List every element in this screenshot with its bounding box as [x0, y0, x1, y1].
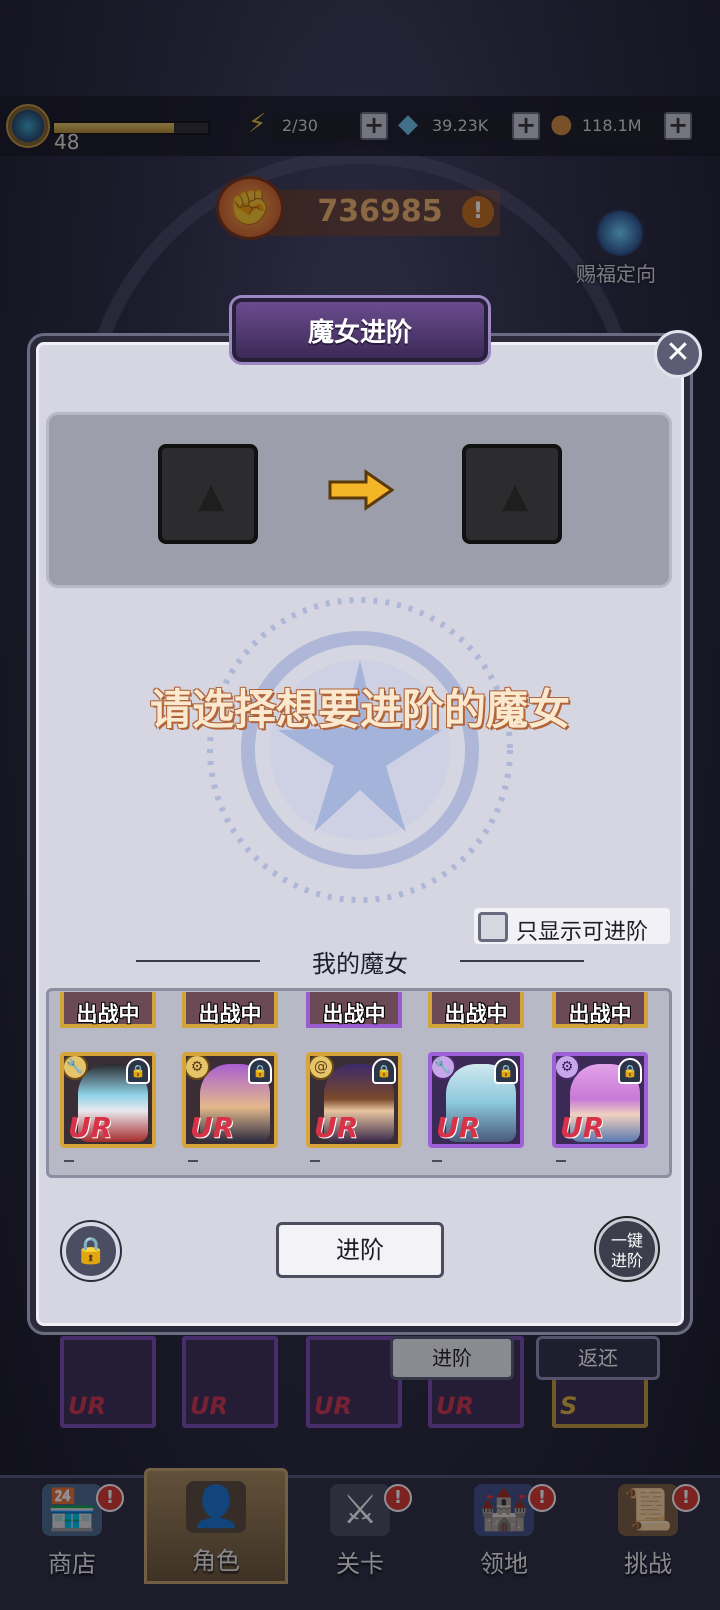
witch-hat-icon: ▲	[502, 476, 529, 516]
select-witch-prompt: 请选择想要进阶的魔女	[149, 685, 570, 734]
filter-checkbox[interactable]	[478, 912, 508, 942]
rarity-label: UR	[436, 1111, 481, 1144]
lock-icon[interactable]: 🔒	[248, 1058, 272, 1084]
swirl-icon: @	[310, 1056, 334, 1080]
lock-toggle-button[interactable]: 🔒	[62, 1222, 120, 1280]
witch-card[interactable]: ⚙ 🔒 UR	[552, 1052, 648, 1148]
source-witch-slot[interactable]: ▲	[158, 444, 258, 544]
witch-hat-icon: ▲	[198, 476, 225, 516]
section-divider-right	[460, 960, 584, 962]
card-dash	[64, 1160, 74, 1162]
witch-card[interactable]: @ 🔒 UR	[306, 1052, 402, 1148]
deployed-label: 出战中	[444, 1002, 508, 1026]
witch-card[interactable]: 🔧 🔒 UR	[428, 1052, 524, 1148]
rarity-label: UR	[560, 1111, 605, 1144]
evolve-button[interactable]: 进阶	[276, 1222, 444, 1278]
rarity-label: UR	[190, 1111, 235, 1144]
deployed-label: 出战中	[568, 1002, 632, 1026]
lock-icon[interactable]: 🔒	[618, 1058, 642, 1084]
modal-title: 魔女进阶	[307, 318, 412, 348]
one-click-evolve-button[interactable]: 一键 进阶	[596, 1218, 658, 1280]
card-dash	[310, 1160, 320, 1162]
gear-icon: ⚙	[556, 1056, 580, 1080]
witch-card[interactable]: 🔧 🔒 UR	[60, 1052, 156, 1148]
rarity-label: UR	[314, 1111, 359, 1144]
deployed-label: 出战中	[198, 1002, 262, 1026]
card-dash	[556, 1160, 566, 1162]
lock-icon[interactable]: 🔒	[372, 1058, 396, 1084]
filter-label[interactable]: 只显示可进阶	[516, 914, 648, 946]
gear-icon: ⚙	[186, 1056, 210, 1080]
card-dash	[188, 1160, 198, 1162]
wrench-icon: 🔧	[64, 1056, 88, 1080]
lock-icon[interactable]: 🔒	[126, 1058, 150, 1084]
rarity-label: UR	[68, 1111, 113, 1144]
deployed-label: 出战中	[76, 1002, 140, 1026]
deployed-label: 出战中	[322, 1002, 386, 1026]
close-button[interactable]: ✕	[654, 330, 702, 378]
witch-card[interactable]: ⚙ 🔒 UR	[182, 1052, 278, 1148]
one-click-label-line2: 进阶	[610, 1251, 643, 1270]
arrow-right-icon	[328, 469, 395, 511]
magic-circle-emblem	[207, 597, 513, 903]
lock-icon[interactable]: 🔒	[494, 1058, 518, 1084]
my-witches-heading: 我的魔女	[312, 950, 408, 978]
section-divider-left	[136, 960, 260, 962]
card-dash	[432, 1160, 442, 1162]
target-witch-slot: ▲	[462, 444, 562, 544]
one-click-label-line1: 一键	[610, 1231, 643, 1250]
wrench-icon: 🔧	[432, 1056, 456, 1080]
